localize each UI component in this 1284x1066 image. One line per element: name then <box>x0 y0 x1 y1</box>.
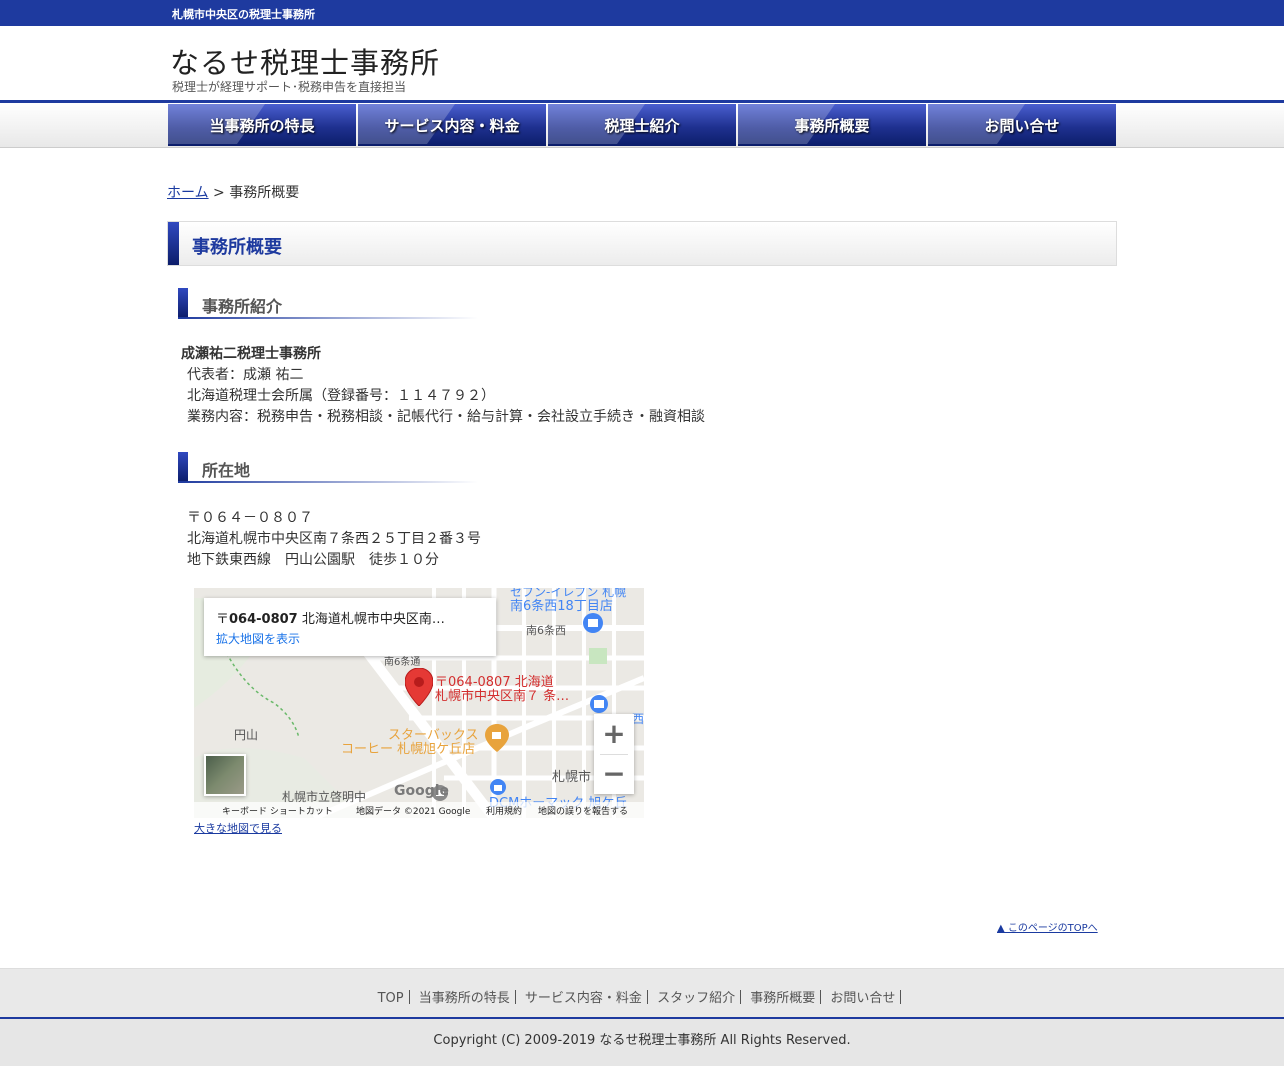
nav-item-label: 当事務所の特長 <box>209 116 315 135</box>
large-map-link[interactable]: 大きな地図で見る <box>194 820 282 836</box>
heading-underline <box>178 481 478 483</box>
page-title: 事務所概要 <box>192 237 282 258</box>
top-banner-text: 札幌市中央区の税理士事務所 <box>172 8 315 21</box>
postal-code: 〒０６４－０８０７ <box>187 510 313 526</box>
section-heading-intro: 事務所紹介 <box>178 288 478 320</box>
map-attribution-bar: キーボード ショートカット 地図データ ©2021 Google 利用規約 地図… <box>194 802 644 818</box>
breadcrumb-current: 事務所概要 <box>229 185 300 201</box>
heading-underline <box>178 317 478 319</box>
footer-links: TOP 当事務所の特長 サービス内容・料金 スタッフ紹介 事務所概要 お問い合せ <box>0 987 1284 1006</box>
breadcrumb: ホーム > 事務所概要 <box>167 182 299 202</box>
office-representative: 代表者：成瀬 祐二 <box>187 367 304 383</box>
footer-link-services[interactable]: サービス内容・料金 <box>525 991 642 1006</box>
access: 地下鉄東西線 円山公園駅 徒歩１０分 <box>187 552 439 568</box>
breadcrumb-separator: > <box>213 185 225 201</box>
map-label-city: 札幌市 <box>552 770 592 785</box>
map-zoom-controls: + − <box>594 714 634 794</box>
map-enlarge-link[interactable]: 拡大地図を表示 <box>216 630 300 647</box>
office-services: 業務内容：税務申告・税務相談・記帳代行・給与計算・会社設立手続き・融資相談 <box>187 409 705 425</box>
map-shortcut-link[interactable]: キーボード ショートカット <box>222 804 333 817</box>
back-to-top-link[interactable]: ▲ このページのTOPへ <box>997 919 1098 934</box>
nav-item-services[interactable]: サービス内容・料金 <box>358 104 546 146</box>
breadcrumb-home-link[interactable]: ホーム <box>167 185 209 201</box>
heading-accent-bar <box>178 452 188 482</box>
nav-item-features[interactable]: 当事務所の特長 <box>168 104 356 146</box>
map-data-credit: 地図データ ©2021 Google <box>356 807 471 817</box>
nav-item-office[interactable]: 事務所概要 <box>738 104 926 146</box>
map-terms-link[interactable]: 利用規約 <box>486 804 522 817</box>
nav-item-label: 事務所概要 <box>794 116 870 135</box>
footer-separator <box>820 990 822 1004</box>
footer-nav: TOP 当事務所の特長 サービス内容・料金 スタッフ紹介 事務所概要 お問い合せ <box>0 968 1284 1018</box>
footer-link-top[interactable]: TOP <box>378 991 404 1006</box>
map-info-zip: 064-0807 <box>229 612 298 627</box>
site-title[interactable]: なるせ税理士事務所 <box>170 40 440 82</box>
map-shop-icon <box>490 779 506 795</box>
footer-link-office[interactable]: 事務所概要 <box>750 991 815 1006</box>
map-info-rest: 北海道札幌市中央区南… <box>297 612 445 627</box>
section-heading-location: 所在地 <box>178 452 478 484</box>
title-accent-bar <box>168 222 179 265</box>
site-header: なるせ税理士事務所 税理士が経理サポート･税務申告を直接担当 <box>0 26 1284 102</box>
nav-item-label: 税理士紹介 <box>604 116 680 135</box>
map-info-prefix: 〒 <box>216 612 230 627</box>
footer-separator <box>514 990 516 1004</box>
heading-accent-bar <box>178 288 188 318</box>
footer-link-contact[interactable]: お問い合せ <box>830 991 895 1006</box>
satellite-toggle-thumbnail[interactable] <box>204 754 246 796</box>
nav-item-label: お問い合せ <box>984 116 1060 135</box>
map-label-area: 円山 <box>234 728 259 742</box>
map-info-address: 〒064-0807 北海道札幌市中央区南… <box>216 608 445 627</box>
address: 北海道札幌市中央区南７条西２５丁目２番３号 <box>187 531 481 547</box>
map-label-street: 南6条西 <box>526 624 566 637</box>
footer-link-staff[interactable]: スタッフ紹介 <box>657 991 735 1006</box>
footer-separator <box>646 990 648 1004</box>
nav-item-label: サービス内容・料金 <box>384 116 520 135</box>
nav-item-contact[interactable]: お問い合せ <box>928 104 1116 146</box>
zoom-in-button[interactable]: + <box>594 714 634 754</box>
section-heading-text: 所在地 <box>202 461 251 480</box>
location-pin-icon[interactable] <box>405 668 433 706</box>
footer-link-features[interactable]: 当事務所の特長 <box>419 991 510 1006</box>
embedded-map[interactable]: セブン-イレブン 札幌 南6条西18丁目店 南6条西 南6条通 円山 スターバッ… <box>194 588 644 818</box>
section-heading-text: 事務所紹介 <box>202 297 283 316</box>
map-store-icon <box>583 613 603 633</box>
google-logo: Google <box>394 783 450 799</box>
office-name: 成瀬祐二税理士事務所 <box>181 346 321 362</box>
cafe-icon <box>485 724 509 752</box>
site-subtitle: 税理士が経理サポート･税務申告を直接担当 <box>172 80 407 94</box>
top-banner: 札幌市中央区の税理士事務所 <box>0 0 1284 26</box>
map-label-starbucks-2: コーヒー 札幌旭ケ丘店 <box>341 742 476 757</box>
pin-label-line2: 札幌市中央区南７ 条… <box>435 689 570 704</box>
map-store-icon <box>590 695 608 713</box>
footer-separator <box>900 990 902 1004</box>
footer-separator <box>740 990 742 1004</box>
office-association: 北海道税理士会所属（登録番号：１１４７９２） <box>187 388 495 404</box>
copyright: Copyright (C) 2009-2019 なるせ税理士事務所 All Ri… <box>0 1019 1284 1066</box>
footer-separator <box>408 990 410 1004</box>
map-info-window: 〒064-0807 北海道札幌市中央区南… 拡大地図を表示 <box>204 598 496 656</box>
nav-item-accountant[interactable]: 税理士紹介 <box>548 104 736 146</box>
zoom-out-button[interactable]: − <box>594 754 634 794</box>
page-title-box: 事務所概要 <box>167 221 1117 266</box>
map-report-link[interactable]: 地図の誤りを報告する <box>538 804 628 817</box>
